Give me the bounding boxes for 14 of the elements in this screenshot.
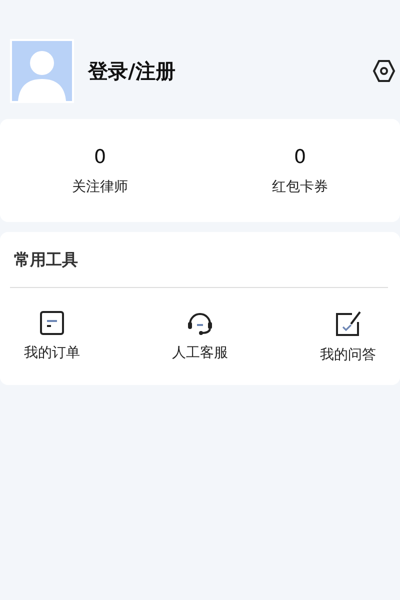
tool-label[interactable]: 我的订单 [24,344,80,362]
section-title: 常用工具 [13,249,79,271]
checked-note-icon [334,310,362,338]
stat-label[interactable]: 关注律师 [72,178,128,196]
avatar [10,39,74,103]
document-icon [39,310,65,336]
stat-label[interactable]: 红包卡券 [272,178,328,196]
tool-label[interactable]: 人工客服 [172,344,228,362]
settings-icon[interactable] [372,59,396,83]
login-link[interactable]: 登录/注册 [88,58,372,84]
stat-value: 0 [294,146,306,168]
stat-value: 0 [94,146,106,168]
headset-icon [185,310,215,336]
tool-label[interactable]: 我的问答 [320,346,376,364]
